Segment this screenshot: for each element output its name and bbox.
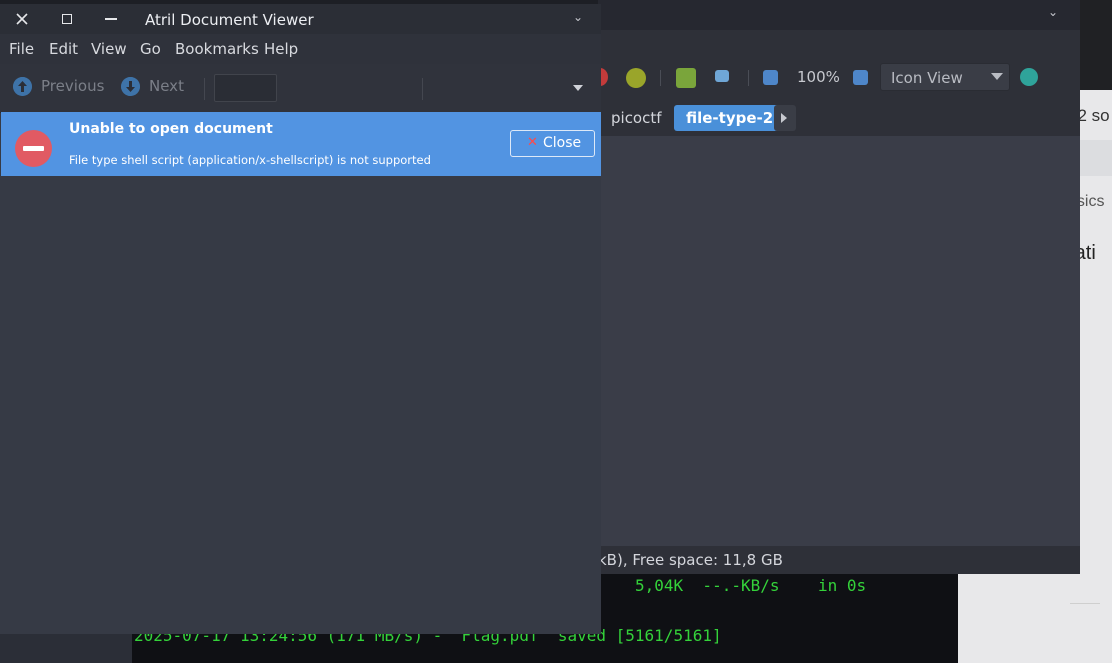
previous-label: Previous — [41, 77, 105, 95]
view-mode-label: Icon View — [891, 69, 963, 87]
file-manager-titlebar: ⌄ — [598, 0, 1080, 30]
error-infobar: Unable to open document File type shell … — [1, 112, 601, 176]
chevron-down-icon[interactable]: ⌄ — [573, 10, 583, 24]
file-manager-window[interactable]: ⌄ 100% Icon View picoctf file-type-2 kB)… — [592, 0, 1080, 574]
chevron-down-icon — [991, 73, 1003, 80]
divider — [1070, 603, 1100, 604]
menu-edit[interactable]: Edit — [49, 40, 78, 58]
next-label: Next — [149, 77, 184, 95]
error-message: File type shell script (application/x-sh… — [69, 153, 431, 167]
chevron-down-icon[interactable]: ⌄ — [1048, 5, 1058, 19]
close-label: Close — [543, 135, 582, 151]
menu-help[interactable]: Help — [264, 40, 298, 58]
zoom-in-icon[interactable] — [853, 70, 868, 85]
error-icon-bar — [23, 146, 44, 151]
arrow-down-icon — [121, 77, 140, 96]
minimize-icon[interactable] — [105, 18, 117, 20]
computer-icon[interactable] — [715, 70, 729, 82]
zoom-level[interactable]: 100% — [797, 68, 840, 86]
chevron-right-icon — [781, 113, 787, 123]
next-page-button[interactable]: Next — [121, 74, 191, 98]
menu-file[interactable]: File — [9, 40, 34, 58]
page-number-input[interactable] — [214, 74, 277, 102]
menu-go[interactable]: Go — [140, 40, 161, 58]
toolbar-separator — [748, 70, 749, 86]
menu-view[interactable]: View — [91, 40, 127, 58]
chevron-down-icon[interactable] — [573, 85, 583, 91]
previous-page-button[interactable]: Previous — [13, 74, 105, 98]
toolbar: Previous Next — [0, 64, 601, 113]
status-bar: kB), Free space: 11,8 GB — [598, 546, 1080, 574]
toolbar-separator — [422, 78, 423, 100]
atril-window[interactable]: Atril Document Viewer ⌄ File Edit View G… — [0, 4, 601, 634]
error-title: Unable to open document — [69, 121, 273, 137]
window-title: Atril Document Viewer — [145, 11, 314, 29]
titlebar[interactable]: Atril Document Viewer ⌄ — [0, 4, 601, 34]
close-icon: ✕ — [527, 135, 538, 150]
document-view[interactable] — [0, 176, 601, 634]
arrow-up-icon — [13, 77, 32, 96]
breadcrumb: picoctf file-type-2 — [598, 100, 1080, 136]
error-icon — [15, 130, 52, 167]
status-text: kB), Free space: 11,8 GB — [598, 551, 783, 569]
home-icon[interactable] — [676, 68, 696, 88]
close-button[interactable]: ✕ Close — [510, 130, 595, 157]
close-icon[interactable] — [15, 12, 29, 26]
menubar: File Edit View Go Bookmarks Help — [0, 34, 601, 64]
breadcrumb-scroll-button[interactable] — [774, 105, 796, 131]
zoom-out-icon[interactable] — [763, 70, 778, 85]
menu-bookmarks[interactable]: Bookmarks — [175, 40, 259, 58]
view-mode-select[interactable]: Icon View — [880, 63, 1010, 91]
file-view-area[interactable] — [598, 136, 1080, 546]
toolbar-separator — [204, 78, 205, 100]
breadcrumb-item-file-type-2[interactable]: file-type-2 — [674, 105, 786, 131]
breadcrumb-item-picoctf[interactable]: picoctf — [599, 105, 674, 131]
search-icon[interactable] — [1020, 68, 1038, 86]
terminal-line: 5,04K --.-KB/s in 0s — [635, 576, 867, 595]
maximize-icon[interactable] — [62, 14, 72, 24]
reload-icon[interactable] — [626, 68, 646, 88]
toolbar-separator — [660, 70, 661, 86]
